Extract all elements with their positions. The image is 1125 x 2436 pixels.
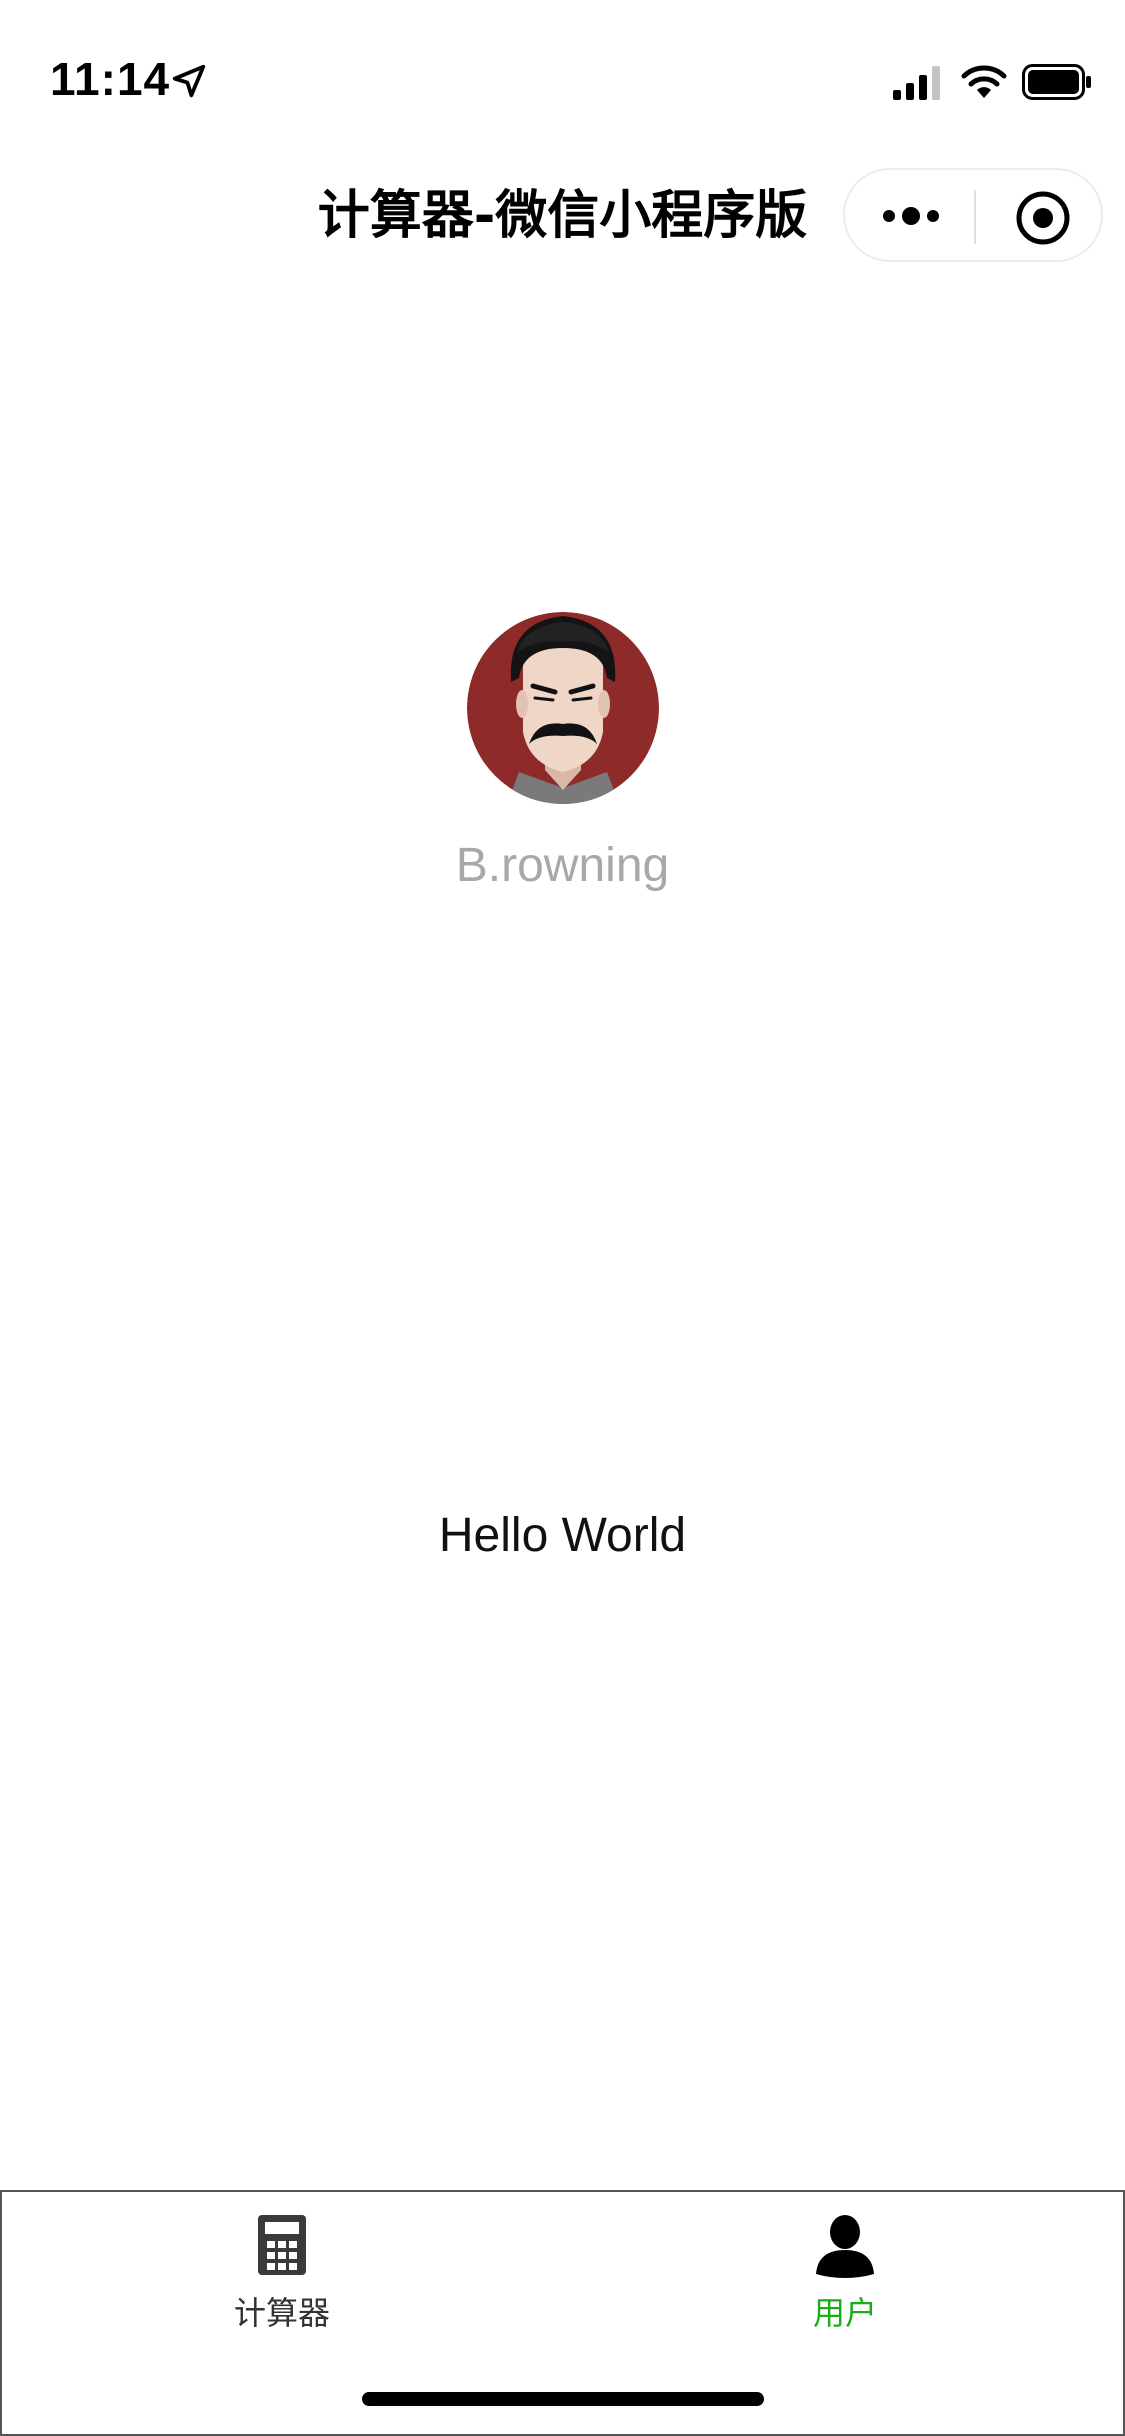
close-target-icon[interactable] bbox=[1015, 190, 1071, 246]
battery-icon bbox=[1022, 64, 1091, 100]
tab-label-user: 用户 bbox=[812, 2294, 877, 2332]
user-icon bbox=[816, 2215, 874, 2278]
calculator-icon bbox=[258, 2215, 306, 2275]
home-indicator bbox=[362, 2392, 764, 2406]
nav-bar: 计算器-微信小程序版 bbox=[0, 150, 1125, 280]
tab-calculator[interactable]: 计算器 bbox=[132, 2212, 432, 2342]
wifi-icon bbox=[961, 65, 1007, 98]
capsule-menu bbox=[843, 168, 1103, 262]
more-icon[interactable] bbox=[881, 198, 941, 234]
capsule-divider bbox=[974, 190, 976, 244]
location-arrow-icon bbox=[172, 64, 206, 98]
status-time: 11:14 bbox=[50, 53, 171, 105]
tab-label-calculator: 计算器 bbox=[233, 2294, 330, 2332]
avatar-illustration bbox=[467, 612, 659, 804]
user-nickname: B.rowning bbox=[455, 839, 670, 892]
status-bar: 11:14 bbox=[0, 0, 1125, 150]
motto-text: Hello World bbox=[438, 1509, 687, 1562]
avatar[interactable] bbox=[467, 612, 659, 804]
cellular-signal-icon bbox=[893, 66, 940, 100]
tab-user[interactable]: 用户 bbox=[695, 2212, 995, 2342]
